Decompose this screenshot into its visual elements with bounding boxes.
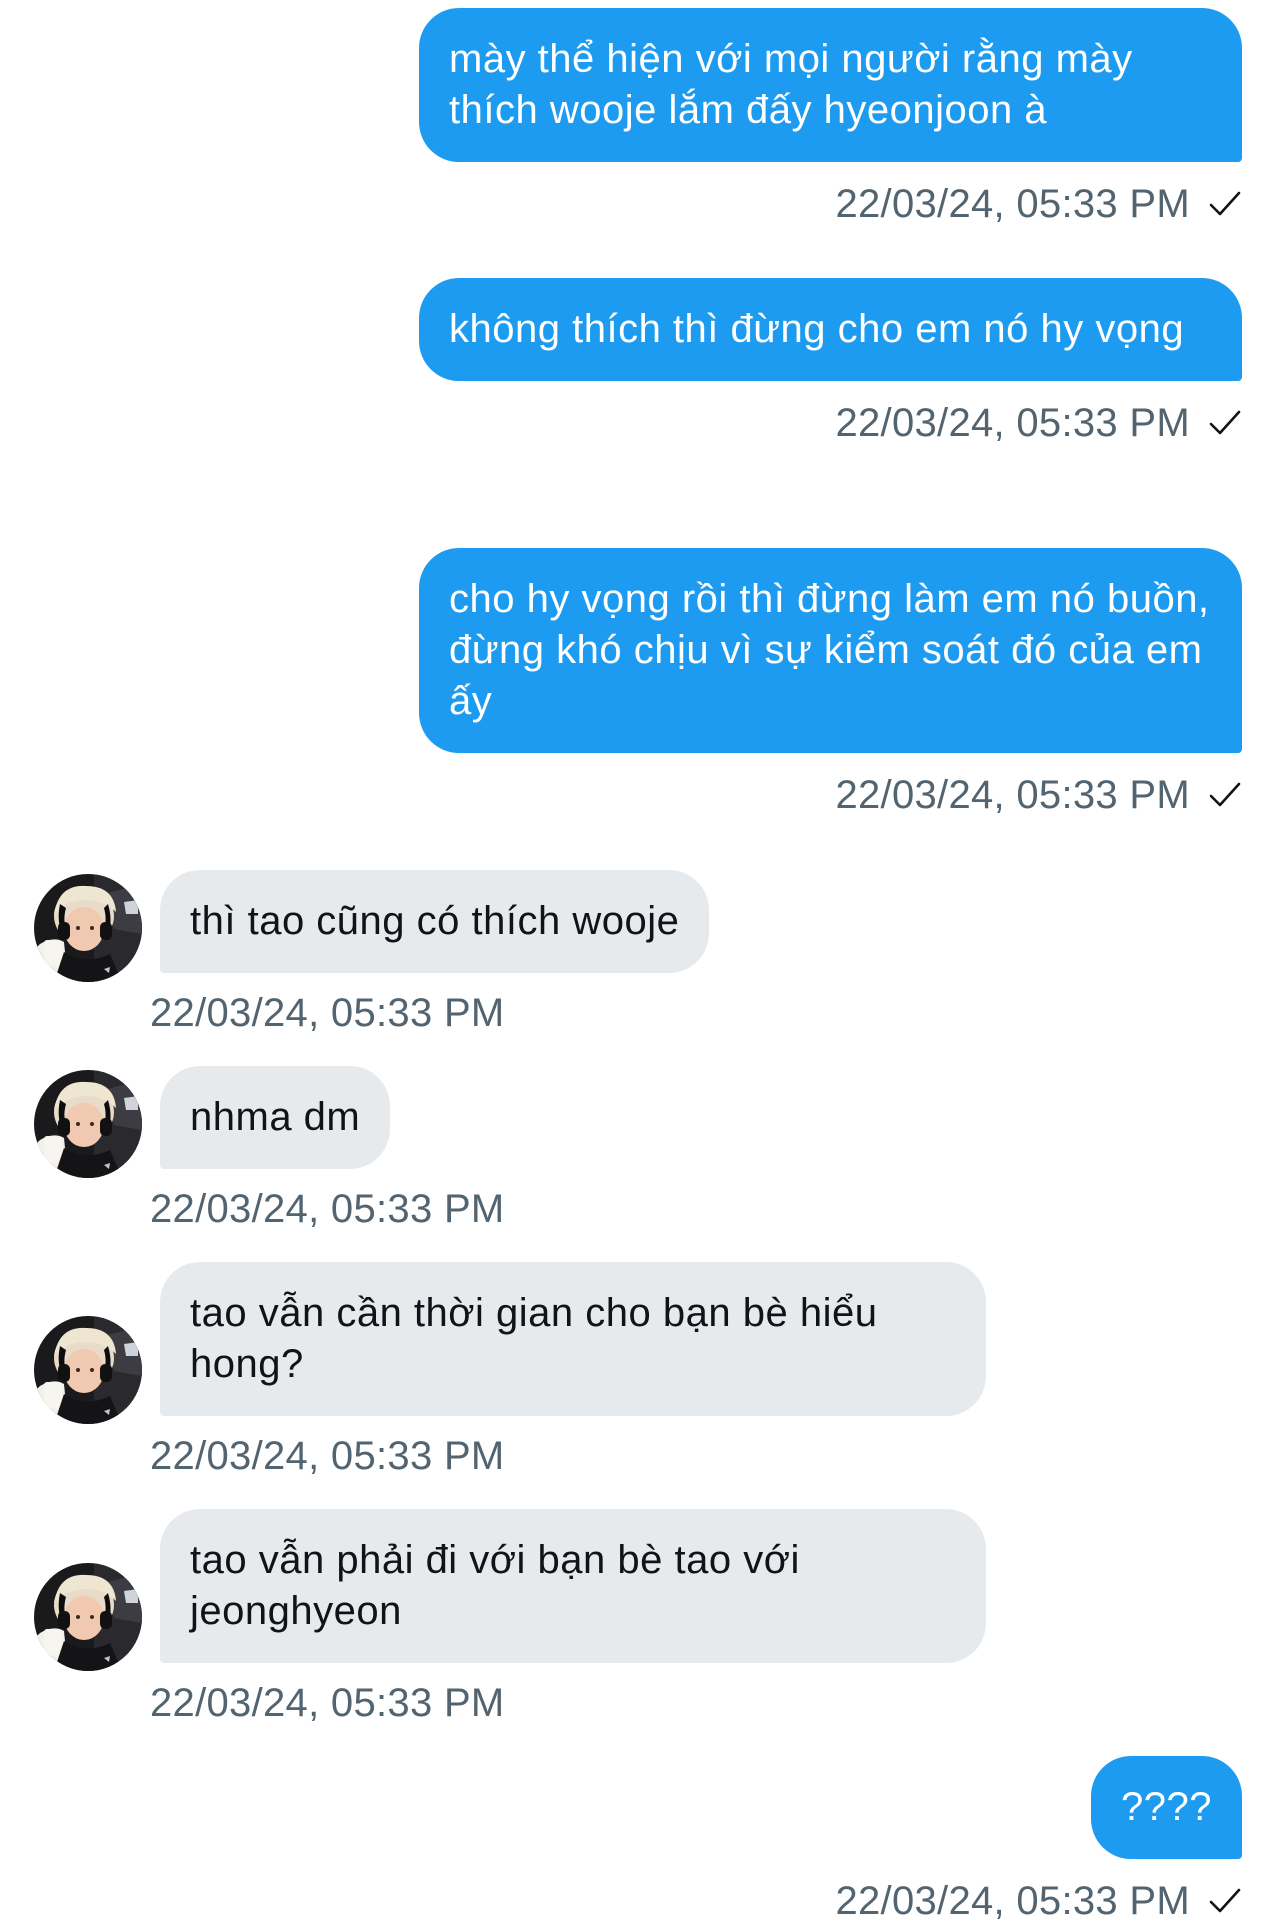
message-bubble[interactable]: ???? (1091, 1756, 1242, 1859)
message-bubble[interactable]: nhma dm (160, 1066, 391, 1169)
message-meta: 22/03/24, 05:33 PM (835, 401, 1242, 445)
message-timestamp: 22/03/24, 05:33 PM (150, 991, 505, 1035)
message-timestamp: 22/03/24, 05:33 PM (835, 182, 1190, 226)
message-timestamp: 22/03/24, 05:33 PM (150, 1187, 505, 1231)
message-timestamp: 22/03/24, 05:33 PM (150, 1681, 505, 1725)
message-timestamp: 22/03/24, 05:33 PM (835, 401, 1190, 445)
message-timestamp: 22/03/24, 05:33 PM (835, 1879, 1190, 1923)
check-icon (1208, 408, 1242, 438)
check-icon (1208, 189, 1242, 219)
message-bubble[interactable]: mày thể hiện với mọi người rằng mày thíc… (419, 8, 1242, 162)
message-timestamp: 22/03/24, 05:33 PM (835, 773, 1190, 817)
message-outgoing: cho hy vọng rồi thì đừng làm em nó buồn,… (419, 548, 1242, 817)
message-thread: mày thể hiện với mọi người rằng mày thíc… (0, 0, 1279, 1923)
message-bubble[interactable]: cho hy vọng rồi thì đừng làm em nó buồn,… (419, 548, 1242, 753)
avatar[interactable] (34, 1316, 142, 1424)
message-bubble[interactable]: tao vẫn cần thời gian cho bạn bè hiểu ho… (160, 1262, 986, 1416)
message-meta: 22/03/24, 05:33 PM (150, 991, 505, 1035)
check-icon (1208, 780, 1242, 810)
avatar[interactable] (34, 1563, 142, 1671)
message-meta: 22/03/24, 05:33 PM (150, 1187, 505, 1231)
message-outgoing: không thích thì đừng cho em nó hy vọng 2… (419, 278, 1242, 445)
message-outgoing: ???? 22/03/24, 05:33 PM (835, 1756, 1242, 1923)
message-bubble[interactable]: thì tao cũng có thích wooje (160, 870, 710, 973)
check-icon (1208, 1886, 1242, 1916)
avatar[interactable] (34, 874, 142, 982)
message-incoming: tao vẫn phải đi với bạn bè tao với jeong… (34, 1509, 986, 1725)
message-meta: 22/03/24, 05:33 PM (835, 1879, 1242, 1923)
message-timestamp: 22/03/24, 05:33 PM (150, 1434, 505, 1478)
message-meta: 22/03/24, 05:33 PM (835, 773, 1242, 817)
message-incoming: tao vẫn cần thời gian cho bạn bè hiểu ho… (34, 1262, 986, 1478)
message-bubble[interactable]: tao vẫn phải đi với bạn bè tao với jeong… (160, 1509, 986, 1663)
message-outgoing: mày thể hiện với mọi người rằng mày thíc… (419, 8, 1242, 226)
message-bubble[interactable]: không thích thì đừng cho em nó hy vọng (419, 278, 1242, 381)
message-meta: 22/03/24, 05:33 PM (150, 1434, 505, 1478)
message-meta: 22/03/24, 05:33 PM (835, 182, 1242, 226)
avatar[interactable] (34, 1070, 142, 1178)
message-incoming: nhma dm 22/03/24, 05:33 PM (34, 1066, 505, 1231)
message-meta: 22/03/24, 05:33 PM (150, 1681, 505, 1725)
message-incoming: thì tao cũng có thích wooje 22/03/24, 05… (34, 870, 710, 1035)
